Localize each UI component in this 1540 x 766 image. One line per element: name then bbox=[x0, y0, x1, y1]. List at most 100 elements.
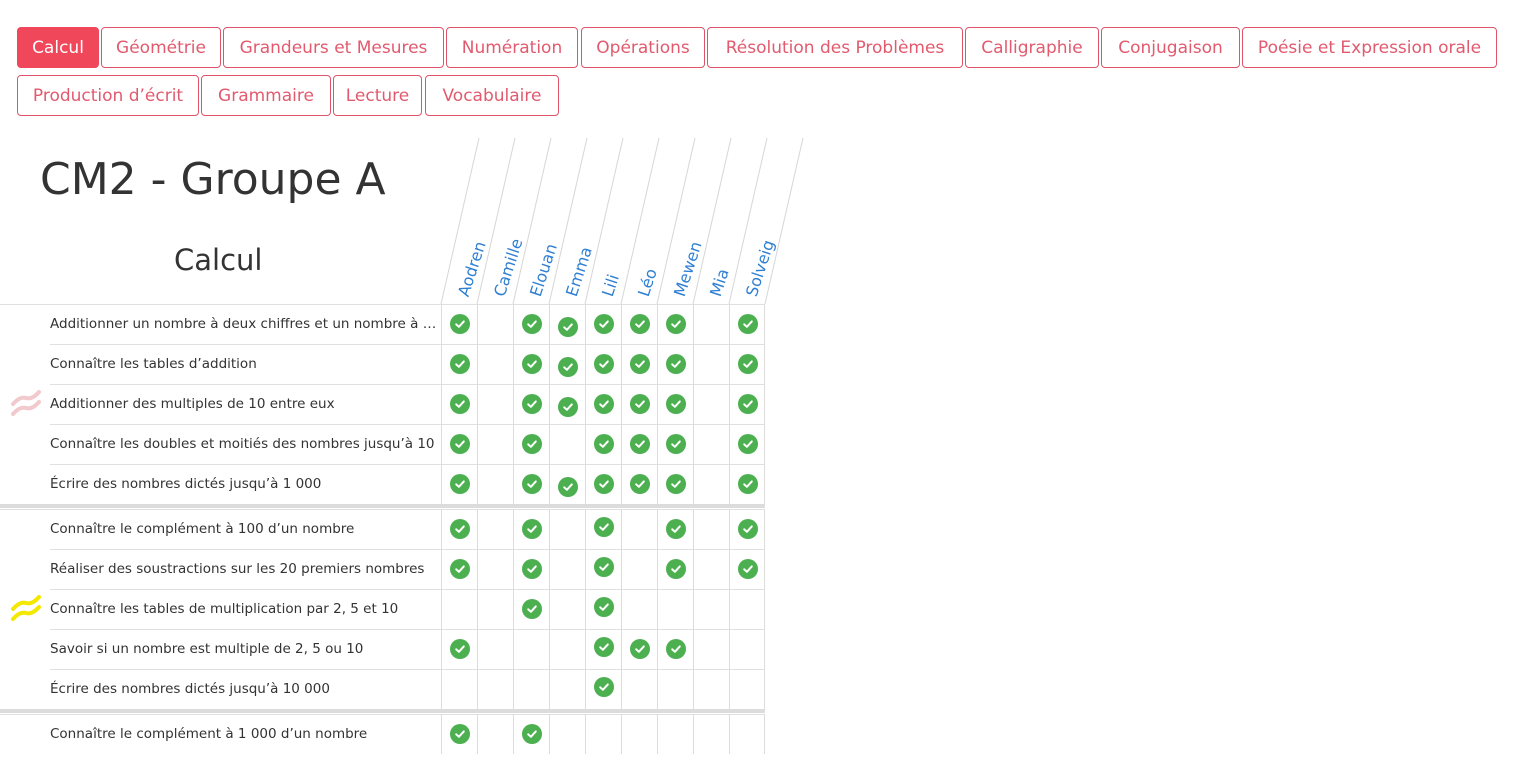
evaluation-cell[interactable] bbox=[585, 629, 621, 669]
tab-3[interactable]: Grandeurs et Mesures bbox=[223, 27, 444, 68]
evaluation-cell[interactable] bbox=[441, 464, 477, 504]
evaluation-cell[interactable] bbox=[657, 464, 693, 504]
evaluation-cell[interactable] bbox=[477, 464, 513, 504]
evaluation-cell[interactable] bbox=[477, 549, 513, 589]
tab-12[interactable]: Lecture bbox=[333, 75, 422, 116]
evaluation-cell[interactable] bbox=[729, 344, 765, 384]
tab-6[interactable]: Résolution des Problèmes bbox=[707, 27, 963, 68]
evaluation-cell[interactable] bbox=[549, 424, 585, 464]
evaluation-cell[interactable] bbox=[657, 629, 693, 669]
evaluation-cell[interactable] bbox=[729, 589, 765, 629]
evaluation-cell[interactable] bbox=[657, 714, 693, 754]
evaluation-cell[interactable] bbox=[693, 464, 729, 504]
evaluation-cell[interactable] bbox=[693, 629, 729, 669]
evaluation-cell[interactable] bbox=[657, 304, 693, 344]
evaluation-cell[interactable] bbox=[729, 714, 765, 754]
evaluation-cell[interactable] bbox=[693, 509, 729, 549]
evaluation-cell[interactable] bbox=[693, 424, 729, 464]
evaluation-cell[interactable] bbox=[441, 384, 477, 424]
evaluation-cell[interactable] bbox=[441, 344, 477, 384]
evaluation-cell[interactable] bbox=[585, 669, 621, 709]
evaluation-cell[interactable] bbox=[477, 509, 513, 549]
evaluation-cell[interactable] bbox=[729, 629, 765, 669]
evaluation-cell[interactable] bbox=[585, 464, 621, 504]
evaluation-cell[interactable] bbox=[441, 589, 477, 629]
evaluation-cell[interactable] bbox=[585, 424, 621, 464]
evaluation-cell[interactable] bbox=[657, 549, 693, 589]
evaluation-cell[interactable] bbox=[657, 424, 693, 464]
evaluation-cell[interactable] bbox=[585, 384, 621, 424]
evaluation-cell[interactable] bbox=[549, 304, 585, 344]
evaluation-cell[interactable] bbox=[621, 304, 657, 344]
tab-10[interactable]: Production d’écrit bbox=[17, 75, 199, 116]
evaluation-cell[interactable] bbox=[693, 549, 729, 589]
tab-4[interactable]: Numération bbox=[446, 27, 578, 68]
evaluation-cell[interactable] bbox=[441, 629, 477, 669]
evaluation-cell[interactable] bbox=[477, 424, 513, 464]
evaluation-cell[interactable] bbox=[513, 669, 549, 709]
evaluation-cell[interactable] bbox=[477, 629, 513, 669]
evaluation-cell[interactable] bbox=[513, 424, 549, 464]
evaluation-cell[interactable] bbox=[549, 714, 585, 754]
evaluation-cell[interactable] bbox=[513, 714, 549, 754]
evaluation-cell[interactable] bbox=[513, 629, 549, 669]
evaluation-cell[interactable] bbox=[693, 589, 729, 629]
evaluation-cell[interactable] bbox=[729, 509, 765, 549]
evaluation-cell[interactable] bbox=[549, 344, 585, 384]
evaluation-cell[interactable] bbox=[549, 629, 585, 669]
evaluation-cell[interactable] bbox=[441, 424, 477, 464]
evaluation-cell[interactable] bbox=[549, 549, 585, 589]
evaluation-cell[interactable] bbox=[621, 424, 657, 464]
evaluation-cell[interactable] bbox=[657, 669, 693, 709]
evaluation-cell[interactable] bbox=[441, 304, 477, 344]
evaluation-cell[interactable] bbox=[549, 589, 585, 629]
evaluation-cell[interactable] bbox=[513, 509, 549, 549]
highlight-marker-yellow-icon[interactable] bbox=[10, 595, 42, 623]
evaluation-cell[interactable] bbox=[513, 464, 549, 504]
evaluation-cell[interactable] bbox=[513, 589, 549, 629]
evaluation-cell[interactable] bbox=[477, 669, 513, 709]
tab-13[interactable]: Vocabulaire bbox=[425, 75, 559, 116]
evaluation-cell[interactable] bbox=[729, 384, 765, 424]
evaluation-cell[interactable] bbox=[441, 714, 477, 754]
evaluation-cell[interactable] bbox=[729, 669, 765, 709]
evaluation-cell[interactable] bbox=[585, 304, 621, 344]
evaluation-cell[interactable] bbox=[621, 509, 657, 549]
evaluation-cell[interactable] bbox=[693, 304, 729, 344]
evaluation-cell[interactable] bbox=[657, 589, 693, 629]
evaluation-cell[interactable] bbox=[477, 589, 513, 629]
evaluation-cell[interactable] bbox=[513, 549, 549, 589]
evaluation-cell[interactable] bbox=[477, 384, 513, 424]
evaluation-cell[interactable] bbox=[513, 344, 549, 384]
evaluation-cell[interactable] bbox=[441, 669, 477, 709]
evaluation-cell[interactable] bbox=[477, 304, 513, 344]
evaluation-cell[interactable] bbox=[621, 589, 657, 629]
tab-8[interactable]: Conjugaison bbox=[1101, 27, 1240, 68]
evaluation-cell[interactable] bbox=[549, 509, 585, 549]
evaluation-cell[interactable] bbox=[693, 669, 729, 709]
evaluation-cell[interactable] bbox=[657, 509, 693, 549]
evaluation-cell[interactable] bbox=[621, 714, 657, 754]
evaluation-cell[interactable] bbox=[729, 549, 765, 589]
evaluation-cell[interactable] bbox=[585, 344, 621, 384]
evaluation-cell[interactable] bbox=[441, 549, 477, 589]
evaluation-cell[interactable] bbox=[621, 384, 657, 424]
evaluation-cell[interactable] bbox=[729, 464, 765, 504]
evaluation-cell[interactable] bbox=[621, 629, 657, 669]
evaluation-cell[interactable] bbox=[441, 509, 477, 549]
evaluation-cell[interactable] bbox=[549, 384, 585, 424]
evaluation-cell[interactable] bbox=[621, 669, 657, 709]
tab-11[interactable]: Grammaire bbox=[201, 75, 331, 116]
evaluation-cell[interactable] bbox=[621, 549, 657, 589]
evaluation-cell[interactable] bbox=[585, 589, 621, 629]
evaluation-cell[interactable] bbox=[693, 344, 729, 384]
tab-7[interactable]: Calligraphie bbox=[965, 27, 1099, 68]
evaluation-cell[interactable] bbox=[549, 464, 585, 504]
evaluation-cell[interactable] bbox=[729, 304, 765, 344]
evaluation-cell[interactable] bbox=[621, 464, 657, 504]
evaluation-cell[interactable] bbox=[513, 304, 549, 344]
highlight-marker-pink-icon[interactable] bbox=[10, 390, 42, 418]
evaluation-cell[interactable] bbox=[657, 344, 693, 384]
evaluation-cell[interactable] bbox=[585, 509, 621, 549]
tab-5[interactable]: Opérations bbox=[581, 27, 705, 68]
